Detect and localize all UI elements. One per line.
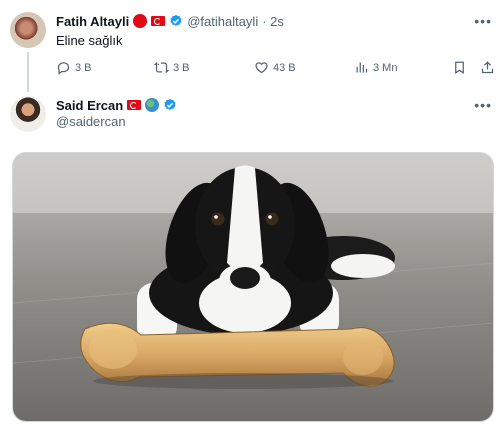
like-icon xyxy=(255,62,268,74)
thread-line xyxy=(27,52,29,92)
reply-count: 3 B xyxy=(75,61,92,74)
repost-icon xyxy=(154,62,169,73)
red-dot-icon xyxy=(133,14,148,28)
post-image[interactable] xyxy=(12,152,494,422)
avatar[interactable] xyxy=(10,96,46,132)
author-name[interactable]: Fatih Altayli xyxy=(56,14,129,29)
avatar[interactable] xyxy=(10,12,46,48)
verified-icon xyxy=(170,14,182,26)
bookmark-icon xyxy=(455,61,464,74)
post-text: Eline sağlık xyxy=(56,33,123,48)
author-handle[interactable]: @fatihaltayli xyxy=(187,14,258,29)
share-icon xyxy=(481,61,494,74)
author-handle[interactable]: @saidercan xyxy=(56,114,126,129)
turkey-flag-icon xyxy=(151,16,166,26)
post-header: Said Ercan xyxy=(56,96,177,114)
action-bar: 3 B 3 B 43 B 3 Mn xyxy=(56,60,496,78)
dog-with-bone-image xyxy=(13,153,493,421)
post-time[interactable]: · 2s xyxy=(262,14,284,29)
author-name[interactable]: Said Ercan xyxy=(56,98,123,113)
views-count: 3 Mn xyxy=(373,61,398,74)
verified-icon xyxy=(164,98,176,110)
globe-icon xyxy=(145,98,160,112)
reply-button[interactable]: 3 B xyxy=(56,60,92,75)
reply-icon xyxy=(57,62,70,75)
like-button[interactable]: 43 B xyxy=(254,60,296,75)
more-icon[interactable]: ••• xyxy=(474,97,492,113)
like-count: 43 B xyxy=(273,61,296,74)
repost-count: 3 B xyxy=(173,61,190,74)
turkey-flag-icon xyxy=(127,100,142,110)
reply-post: Fatih Altayli @fatihaltayli · 2s ••• Eli… xyxy=(0,0,504,92)
share-button[interactable] xyxy=(480,60,495,75)
more-icon[interactable]: ••• xyxy=(474,13,492,29)
quoted-post: Said Ercan ••• @saidercan xyxy=(0,94,504,431)
views-icon xyxy=(356,62,368,73)
views-button[interactable]: 3 Mn xyxy=(354,60,397,75)
post-header: Fatih Altayli @fatihaltayli · 2s xyxy=(56,12,284,30)
bookmark-button[interactable] xyxy=(452,60,467,75)
repost-button[interactable]: 3 B xyxy=(154,60,190,75)
